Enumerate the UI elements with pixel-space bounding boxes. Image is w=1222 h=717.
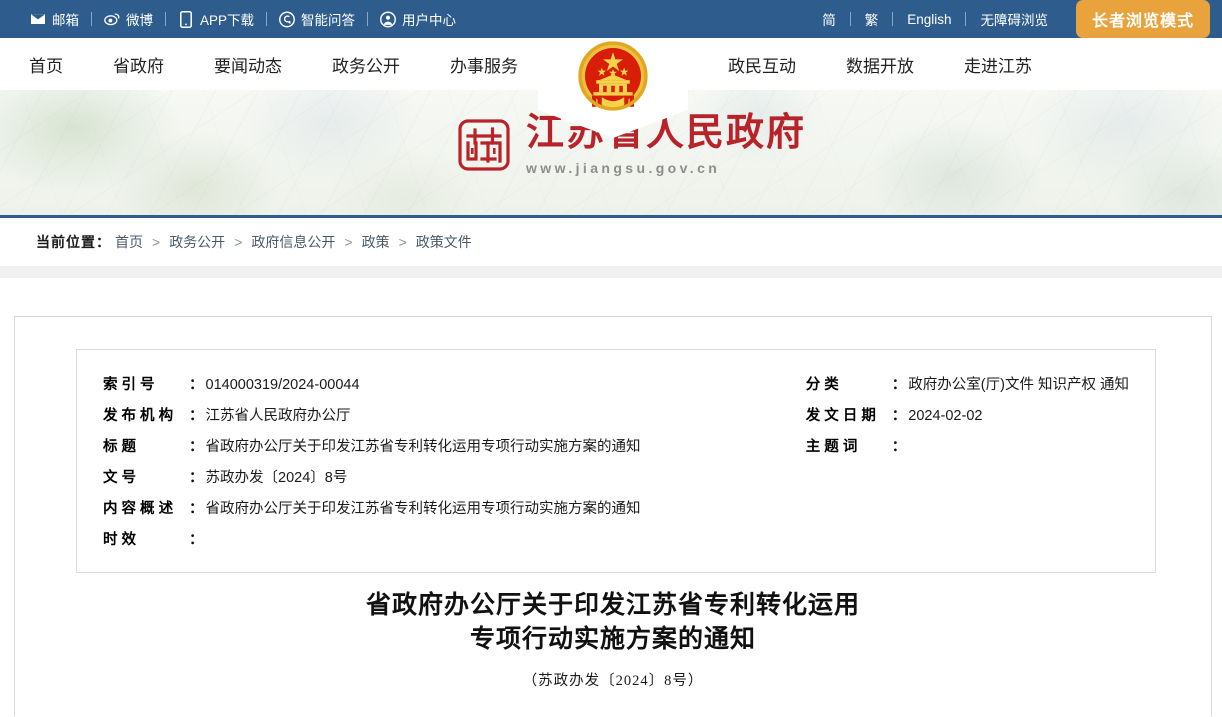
nav-item-home[interactable]: 首页 <box>4 52 88 77</box>
nav-item-provincial-government[interactable]: 省政府 <box>88 52 189 77</box>
metadata-colon: ： <box>189 501 204 517</box>
breadcrumb-separator: > <box>398 234 407 250</box>
nav-left-group: 首页 省政府 要闻动态 政务公开 办事服务 <box>0 52 543 77</box>
top-utility-bar: 邮箱 微博 APP下载 智能问答 用户中心 简 繁 English 无障碍浏览 … <box>0 0 1222 38</box>
metadata-value: 014000319/2024-00044 <box>205 377 360 393</box>
metadata-value: 省政府办公厅关于印发江苏省专利转化运用专项行动实施方案的通知 <box>205 439 641 455</box>
metadata-value: 政府办公室(厅)文件 知识产权 通知 <box>908 377 1129 393</box>
metadata-value: 苏政办发〔2024〕8号 <box>205 470 348 486</box>
metadata-row-summary: 内 容 概 述 ： 省政府办公厅关于印发江苏省专利转化运用专项行动实施方案的通知 <box>103 494 696 525</box>
metadata-row-validity: 时 效 ： <box>103 525 696 556</box>
topbar-item-user-center[interactable]: 用户中心 <box>368 9 468 29</box>
document-content-area: 索 引 号 ： 014000319/2024-00044 发 布 机 构 ： 江… <box>0 278 1222 717</box>
metadata-colon: ： <box>189 408 204 424</box>
topbar-item-smart-qa[interactable]: 智能问答 <box>267 9 367 29</box>
metadata-value: 江苏省人民政府办公厅 <box>205 408 351 424</box>
document-title-line2: 专项行动实施方案的通知 <box>469 626 756 653</box>
metadata-key: 时 效 <box>103 532 137 548</box>
lang-option-simplified[interactable]: 简 <box>808 9 850 29</box>
breadcrumb-separator: > <box>152 234 161 250</box>
document-title-line1: 省政府办公厅关于印发江苏省专利转化运用 <box>365 592 860 619</box>
nav-item-interaction[interactable]: 政民互动 <box>703 52 821 77</box>
lang-option-traditional[interactable]: 繁 <box>851 9 893 29</box>
breadcrumb-item-home[interactable]: 首页 <box>115 232 143 252</box>
topbar-item-mail-label: 邮箱 <box>52 13 79 28</box>
metadata-colon: ： <box>189 532 204 548</box>
metadata-key: 文 号 <box>103 470 137 486</box>
site-logo-text: 江苏省人民政府 www.jiangsu.gov.cn <box>526 112 807 176</box>
site-logo[interactable]: 江苏省人民政府 www.jiangsu.gov.cn <box>458 112 807 176</box>
metadata-value: 2024-02-02 <box>908 408 983 424</box>
elder-browse-mode-button[interactable]: 长者浏览模式 <box>1075 0 1210 38</box>
topbar-item-weibo[interactable]: 微博 <box>92 9 165 29</box>
nav-item-into-jiangsu[interactable]: 走进江苏 <box>939 52 1057 77</box>
metadata-colon: ： <box>189 439 204 455</box>
user-icon <box>380 11 396 27</box>
metadata-right-column: 分 类 ： 政府办公室(厅)文件 知识产权 通知 发 文 日 期 ： 2024-… <box>806 370 1129 556</box>
breadcrumb: 当前位置： 首页 > 政务公开 > 政府信息公开 > 政策 > 政策文件 <box>0 218 1222 266</box>
nav-item-services[interactable]: 办事服务 <box>425 52 543 77</box>
metadata-key: 发 文 日 期 <box>805 408 876 424</box>
nav-item-open-data[interactable]: 数据开放 <box>821 52 939 77</box>
metadata-row-index-number: 索 引 号 ： 014000319/2024-00044 <box>103 370 696 401</box>
metadata-key: 分 类 <box>805 377 839 393</box>
metadata-row-document-number: 文 号 ： 苏政办发〔2024〕8号 <box>103 463 696 494</box>
topbar-item-app-download[interactable]: APP下载 <box>166 9 266 29</box>
metadata-colon: ： <box>891 439 907 455</box>
metadata-row-category: 分 类 ： 政府办公室(厅)文件 知识产权 通知 <box>806 370 1129 401</box>
nav-item-government-affairs[interactable]: 政务公开 <box>307 52 425 77</box>
site-url: www.jiangsu.gov.cn <box>526 160 806 176</box>
breadcrumb-label: 当前位置： <box>36 234 111 250</box>
breadcrumb-separator: > <box>344 234 353 250</box>
metadata-key: 标 题 <box>103 439 137 455</box>
breadcrumb-item-policy[interactable]: 政策 <box>362 232 390 252</box>
breadcrumb-item-policy-documents[interactable]: 政策文件 <box>416 232 472 252</box>
document-card: 索 引 号 ： 014000319/2024-00044 发 布 机 构 ： 江… <box>14 316 1212 716</box>
metadata-row-publisher: 发 布 机 构 ： 江苏省人民政府办公厅 <box>103 401 696 432</box>
top-utility-right-group: 简 繁 English 无障碍浏览 长者浏览模式 <box>808 0 1210 38</box>
site-url-text: www.jiangsu.gov.cn <box>526 159 721 176</box>
metadata-row-keywords: 主 题 词 ： <box>806 432 1129 463</box>
metadata-colon: ： <box>891 377 907 393</box>
metadata-key: 内 容 概 述 <box>103 501 174 517</box>
topbar-item-mail[interactable]: 邮箱 <box>18 9 91 29</box>
topbar-item-app-download-label: APP下载 <box>200 13 255 28</box>
document-heading: 省政府办公厅关于印发江苏省专利转化运用 专项行动实施方案的通知 （苏政办发〔20… <box>15 589 1211 690</box>
top-utility-left-group: 邮箱 微博 APP下载 智能问答 用户中心 <box>18 9 468 29</box>
breadcrumb-item-government-affairs[interactable]: 政务公开 <box>169 232 225 252</box>
nav-item-news[interactable]: 要闻动态 <box>189 52 307 77</box>
main-navigation: 首页 省政府 要闻动态 政务公开 办事服务 政民互动 数据开放 走进江苏 <box>0 38 1222 138</box>
mobile-icon <box>178 10 194 28</box>
topbar-item-weibo-label: 微博 <box>126 13 153 28</box>
metadata-row-title: 标 题 ： 省政府办公厅关于印发江苏省专利转化运用专项行动实施方案的通知 <box>103 432 696 463</box>
mail-icon <box>30 11 46 27</box>
site-banner: 江苏省人民政府 www.jiangsu.gov.cn <box>0 90 1222 218</box>
topbar-item-user-center-label: 用户中心 <box>402 13 457 28</box>
metadata-key: 发 布 机 构 <box>103 408 174 424</box>
document-metadata-table: 索 引 号 ： 014000319/2024-00044 发 布 机 构 ： 江… <box>76 349 1156 573</box>
site-title: 江苏省人民政府 <box>526 112 807 154</box>
accessibility-browse-link[interactable]: 无障碍浏览 <box>966 9 1062 29</box>
metadata-value: 省政府办公厅关于印发江苏省专利转化运用专项行动实施方案的通知 <box>205 501 641 517</box>
topbar-item-smart-qa-label: 智能问答 <box>301 13 356 28</box>
metadata-colon: ： <box>189 470 204 486</box>
breadcrumb-separator: > <box>234 234 243 250</box>
weibo-icon <box>104 11 120 27</box>
chat-icon <box>279 11 295 27</box>
metadata-colon: ： <box>891 408 907 424</box>
section-gap <box>0 266 1222 278</box>
metadata-key: 索 引 号 <box>103 377 155 393</box>
lang-option-english[interactable]: English <box>893 12 965 27</box>
breadcrumb-item-info-disclosure[interactable]: 政府信息公开 <box>251 232 335 252</box>
metadata-key: 主 题 词 <box>805 439 858 455</box>
metadata-colon: ： <box>189 377 204 393</box>
metadata-row-issue-date: 发 文 日 期 ： 2024-02-02 <box>806 401 1129 432</box>
document-reference-number: （苏政办发〔2024〕8号） <box>522 673 704 689</box>
jiangsu-seal-icon <box>458 119 510 171</box>
metadata-left-column: 索 引 号 ： 014000319/2024-00044 发 布 机 构 ： 江… <box>103 370 696 556</box>
nav-right-group: 政民互动 数据开放 走进江苏 <box>703 52 1057 77</box>
